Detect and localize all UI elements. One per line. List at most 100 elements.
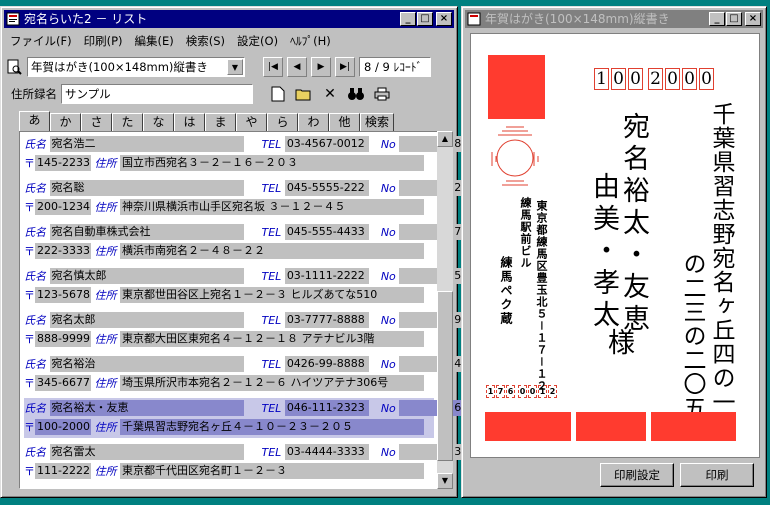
binoculars-icon[interactable] bbox=[345, 83, 367, 105]
tab-ka[interactable]: か bbox=[50, 113, 81, 131]
no-value: 8 bbox=[399, 136, 465, 152]
name-label: 氏名 bbox=[24, 402, 46, 415]
tel-label: TEL bbox=[261, 446, 282, 459]
menu-file[interactable]: ファイル(F) bbox=[4, 33, 78, 49]
delete-icon[interactable]: ✕ bbox=[319, 83, 341, 105]
next-record-button[interactable]: ▶ bbox=[311, 57, 331, 77]
close-button[interactable]: × bbox=[436, 12, 452, 26]
maximize-button[interactable]: □ bbox=[726, 12, 742, 26]
name-label: 氏名 bbox=[24, 358, 46, 371]
name-value: 宛名裕太・友恵 bbox=[49, 400, 244, 416]
app-icon bbox=[6, 12, 20, 26]
sender-address-2: 練馬駅前ビル bbox=[519, 197, 532, 269]
list-window-titlebar[interactable]: 宛名らいた2 － リスト _ □ × bbox=[4, 10, 454, 28]
new-file-icon[interactable] bbox=[267, 83, 289, 105]
tel-label: TEL bbox=[261, 138, 282, 151]
address-book-row: 住所録名 サンプル ✕ bbox=[5, 83, 453, 105]
no-label: No bbox=[380, 314, 396, 327]
name-value: 宛名太郎 bbox=[49, 312, 244, 328]
tab-sa[interactable]: さ bbox=[81, 113, 112, 131]
tab-ha[interactable]: は bbox=[174, 113, 205, 131]
address-label: 住所 bbox=[94, 377, 117, 390]
maximize-button[interactable]: □ bbox=[417, 12, 433, 26]
first-record-button[interactable]: |◀ bbox=[263, 57, 283, 77]
prev-record-button[interactable]: ◀ bbox=[287, 57, 307, 77]
menu-help[interactable]: ﾍﾙﾌﾟ(H) bbox=[284, 33, 337, 49]
table-row[interactable]: 氏名 宛名雷太 TEL 03-4444-3333 No 3 〒 111-2222 住所 … bbox=[24, 442, 465, 482]
table-row[interactable]: 氏名 宛名太郎 TEL 03-7777-8888 No 9 〒 888-9999 住所 … bbox=[24, 310, 465, 350]
scroll-down-icon[interactable]: ▼ bbox=[437, 473, 453, 489]
name-value: 宛名雷太 bbox=[49, 444, 244, 460]
zip-value: 200-1234 bbox=[35, 199, 91, 215]
tab-a[interactable]: あ bbox=[19, 111, 50, 131]
tel-value: 03-1111-2222 bbox=[284, 268, 369, 284]
tab-ta[interactable]: た bbox=[112, 113, 143, 131]
zip-value: 111-2222 bbox=[35, 463, 91, 479]
zip-label: 〒 bbox=[24, 201, 35, 214]
minimize-button[interactable]: _ bbox=[400, 12, 416, 26]
name-label: 氏名 bbox=[24, 314, 46, 327]
tel-label: TEL bbox=[261, 358, 282, 371]
address-value: 埼玉県所沢市本宛名２－１２－６ ハイツアテナ306号 bbox=[120, 375, 424, 391]
table-row[interactable]: 氏名 宛名慎太郎 TEL 03-1111-2222 No 5 〒 123-5678 住所… bbox=[24, 266, 465, 306]
tel-value: 046-111-2323 bbox=[284, 400, 369, 416]
no-value: 2 bbox=[399, 180, 465, 196]
scroll-up-icon[interactable]: ▲ bbox=[437, 131, 453, 147]
no-label: No bbox=[380, 182, 396, 195]
zip-label: 〒 bbox=[24, 377, 35, 390]
tab-ra[interactable]: ら bbox=[267, 113, 298, 131]
tab-wa[interactable]: わ bbox=[298, 113, 329, 131]
preview-icon[interactable] bbox=[5, 56, 23, 78]
table-row[interactable]: 氏名 宛名裕太・友恵 TEL 046-111-2323 No 6 〒 100-2000 … bbox=[24, 398, 465, 438]
print-settings-button[interactable]: 印刷設定 bbox=[600, 463, 674, 487]
table-row[interactable]: 氏名 宛名聡 TEL 045-5555-222 No 2 〒 200-1234 住所 神… bbox=[24, 178, 465, 218]
recipient-address-line1: 千葉県習志野宛名ヶ丘四の一〇 bbox=[708, 102, 734, 438]
chevron-down-icon[interactable]: ▼ bbox=[227, 59, 243, 75]
sender-address-1: 東京都練馬区豊玉北５－１７－１２ bbox=[535, 200, 548, 392]
last-record-button[interactable]: ▶| bbox=[335, 57, 355, 77]
tab-search[interactable]: 検索 bbox=[360, 113, 394, 131]
name-value: 宛名浩二 bbox=[49, 136, 244, 152]
list-window: 宛名らいた2 － リスト _ □ × ファイル(F) 印刷(P) 編集(E) 検… bbox=[0, 6, 465, 498]
zip-value: 100-2000 bbox=[35, 419, 91, 435]
postmark-icon bbox=[491, 126, 539, 186]
menu-bar: ファイル(F) 印刷(P) 編集(E) 検索(S) 設定(O) ﾍﾙﾌﾟ(H) bbox=[4, 31, 454, 51]
address-book-field[interactable]: サンプル bbox=[61, 84, 253, 104]
menu-search[interactable]: 検索(S) bbox=[180, 33, 231, 49]
address-value: 横浜市南宛名２－４８－２２ bbox=[120, 243, 424, 259]
zip-value: 888-9999 bbox=[35, 331, 91, 347]
minimize-button[interactable]: _ bbox=[709, 12, 725, 26]
no-label: No bbox=[380, 358, 396, 371]
tab-other[interactable]: 他 bbox=[329, 113, 360, 131]
address-label: 住所 bbox=[94, 289, 117, 302]
address-book-label: 住所録名 bbox=[11, 87, 57, 101]
vertical-scrollbar[interactable]: ▲ ▼ bbox=[437, 131, 453, 489]
close-button[interactable]: × bbox=[745, 12, 761, 26]
table-row[interactable]: 氏名 宛名自動車株式会社 TEL 045-555-4433 No 7 〒 222-333… bbox=[24, 222, 465, 262]
tab-na[interactable]: な bbox=[143, 113, 174, 131]
zip-label: 〒 bbox=[24, 245, 35, 258]
address-label: 住所 bbox=[94, 157, 117, 170]
open-folder-icon[interactable] bbox=[293, 83, 315, 105]
no-value: 7 bbox=[399, 224, 465, 240]
tel-value: 045-5555-222 bbox=[284, 180, 369, 196]
no-value: 5 bbox=[399, 268, 465, 284]
menu-edit[interactable]: 編集(E) bbox=[129, 33, 180, 49]
table-row[interactable]: 氏名 宛名浩二 TEL 03-4567-0012 No 8 〒 145-2233 住所 … bbox=[24, 134, 465, 174]
menu-print[interactable]: 印刷(P) bbox=[78, 33, 129, 49]
no-label: No bbox=[380, 446, 396, 459]
zip-value: 123-5678 bbox=[35, 287, 91, 303]
format-select[interactable]: 年賀はがき(100×148mm)縦書き ▼ bbox=[27, 57, 245, 77]
tab-ma[interactable]: ま bbox=[205, 113, 236, 131]
print-button[interactable]: 印刷 bbox=[680, 463, 754, 487]
lottery-box-2 bbox=[576, 412, 646, 441]
table-row[interactable]: 氏名 宛名裕治 TEL 0426-99-8888 No 4 〒 345-6677 住所 … bbox=[24, 354, 465, 394]
preview-window-titlebar[interactable]: 年賀はがき(100×148mm)縦書き _ □ × bbox=[465, 10, 763, 28]
tel-label: TEL bbox=[261, 402, 282, 415]
printer-icon[interactable] bbox=[371, 83, 393, 105]
scroll-thumb[interactable] bbox=[437, 291, 453, 461]
name-value: 宛名裕治 bbox=[49, 356, 244, 372]
zip-value: 145-2233 bbox=[35, 155, 91, 171]
menu-settings[interactable]: 設定(O) bbox=[231, 33, 284, 49]
tab-ya[interactable]: や bbox=[236, 113, 267, 131]
